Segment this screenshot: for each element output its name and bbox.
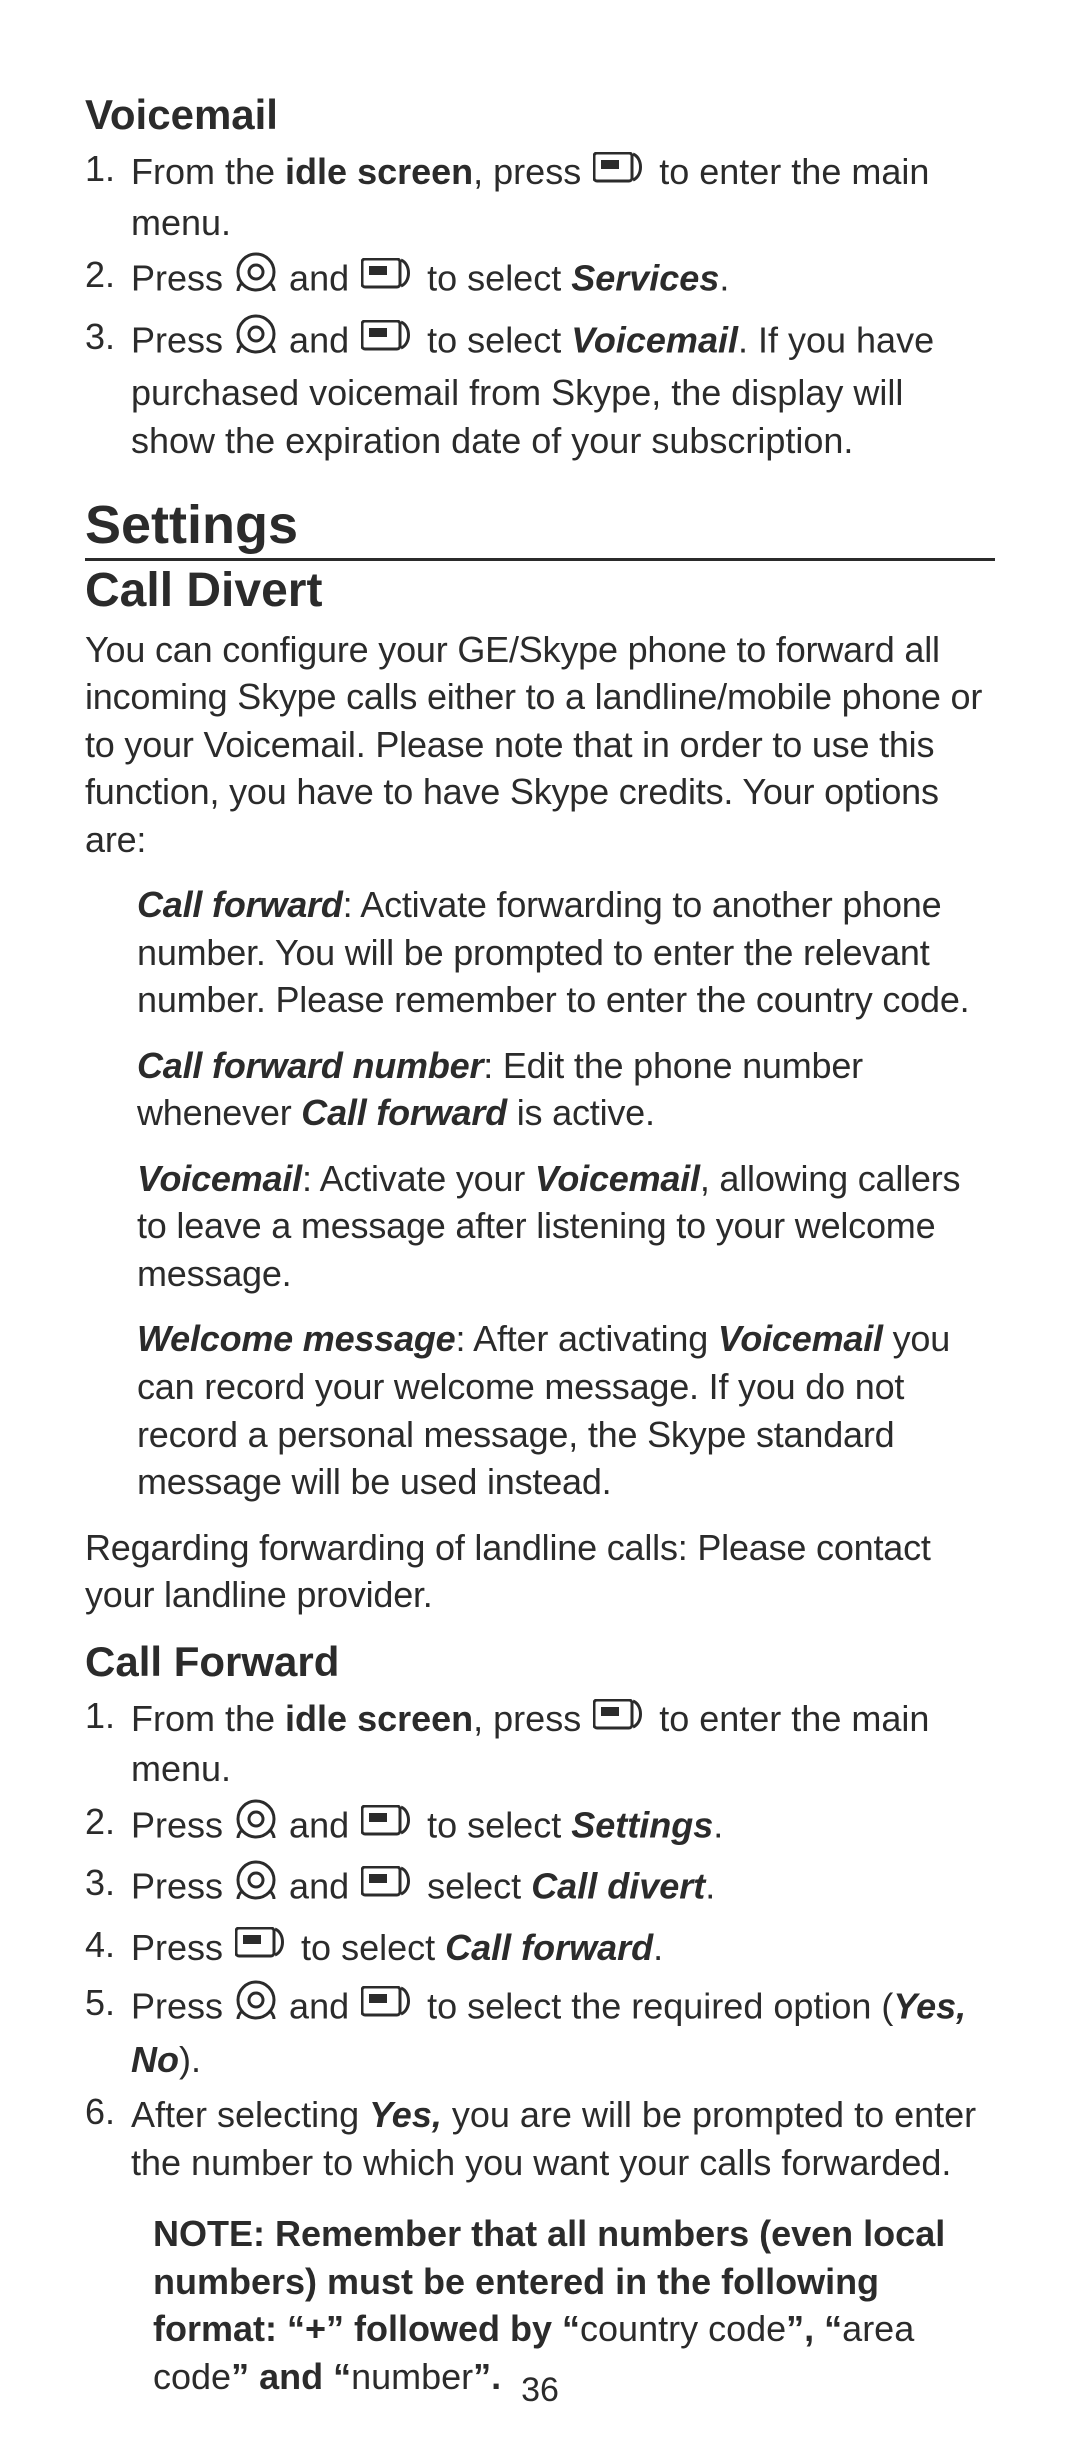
option-call-forward: Call forward: Activate forwarding to ano… [137, 881, 995, 1024]
call-divert-options: Call forward: Activate forwarding to ano… [85, 881, 995, 1505]
nav-dial-icon [235, 1979, 277, 2033]
step-text: After selecting Yes, you are will be pro… [131, 2091, 995, 2186]
step-text: Press and select Call divert. [131, 1862, 995, 1916]
step-text: Press and to select the required option … [131, 1982, 995, 2083]
step-number: 2. [85, 254, 131, 296]
call-forward-steps: 1. From the idle screen, press to enter … [85, 1695, 995, 2186]
voicemail-steps: 1. From the idle screen, press to enter … [85, 148, 995, 464]
step-text: From the idle screen, press to enter the… [131, 1695, 995, 1793]
heading-call-divert: Call Divert [85, 563, 995, 618]
step-number: 4. [85, 1924, 131, 1966]
heading-settings: Settings [85, 496, 995, 560]
heading-voicemail: Voicemail [85, 90, 995, 140]
nav-dial-icon [235, 313, 277, 367]
manual-page: Voicemail 1. From the idle screen, press… [0, 0, 1080, 2460]
step-text: Press and to select Services. [131, 254, 995, 308]
softkey-icon [361, 1801, 415, 1849]
softkey-icon [361, 1862, 415, 1910]
softkey-icon [361, 254, 415, 302]
softkey-icon [593, 148, 647, 196]
nav-dial-icon [235, 1859, 277, 1913]
page-number: 36 [0, 2371, 1080, 2410]
step-number: 6. [85, 2091, 131, 2133]
step-number: 3. [85, 316, 131, 358]
step-number: 5. [85, 1982, 131, 2024]
step-text: Press to select Call forward. [131, 1924, 995, 1974]
softkey-icon [235, 1923, 289, 1971]
step-text: From the idle screen, press to enter the… [131, 148, 995, 246]
step-number: 1. [85, 1695, 131, 1737]
nav-dial-icon [235, 251, 277, 305]
option-call-forward-number: Call forward number: Edit the phone numb… [137, 1042, 995, 1137]
step-number: 1. [85, 148, 131, 190]
softkey-icon [361, 1982, 415, 2030]
step-text: Press and to select Voicemail. If you ha… [131, 316, 995, 465]
option-voicemail: Voicemail: Activate your Voicemail, allo… [137, 1155, 995, 1298]
nav-dial-icon [235, 1798, 277, 1852]
landline-note: Regarding forwarding of landline calls: … [85, 1524, 995, 1619]
softkey-icon [361, 316, 415, 364]
heading-call-forward: Call Forward [85, 1637, 995, 1687]
softkey-icon [593, 1695, 647, 1743]
step-text: Press and to select Settings. [131, 1801, 995, 1855]
step-number: 3. [85, 1862, 131, 1904]
option-welcome-message: Welcome message: After activating Voicem… [137, 1315, 995, 1505]
call-divert-intro: You can configure your GE/Skype phone to… [85, 626, 995, 864]
step-number: 2. [85, 1801, 131, 1843]
